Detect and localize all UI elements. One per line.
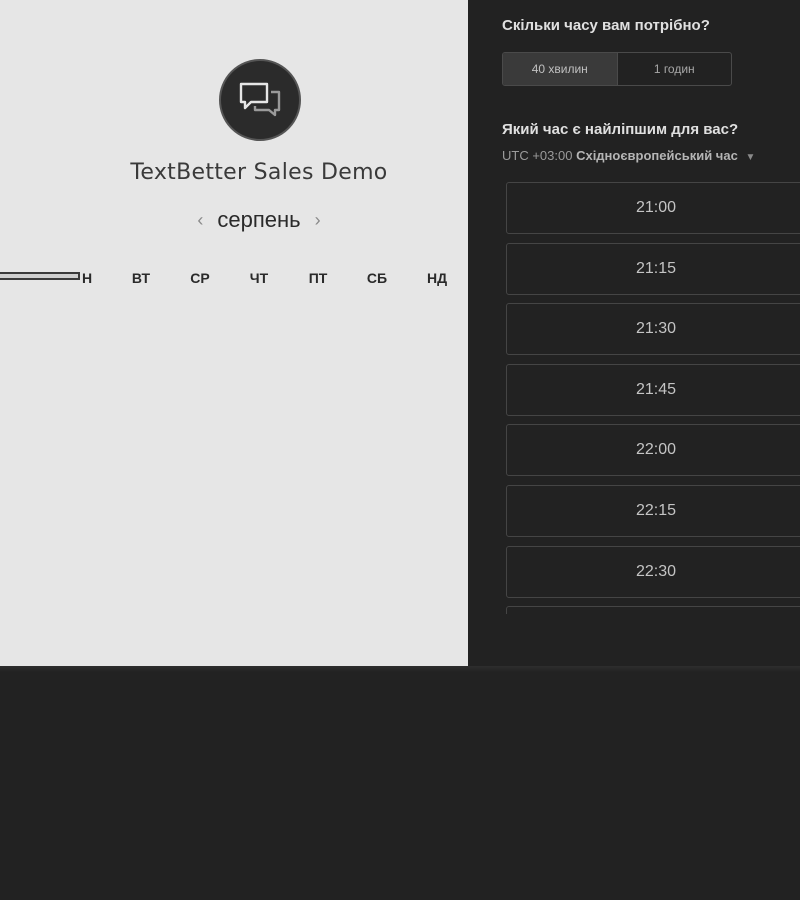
weekday-fri: ПТ — [308, 270, 328, 286]
month-label: серпень — [217, 207, 301, 232]
timezone-name: Східноєвропейський час — [576, 148, 738, 163]
time-slot[interactable]: 21:45 — [506, 364, 800, 416]
chevron-right-icon[interactable]: › — [315, 206, 321, 234]
calendar-panel: TextBetter Sales Demo ‹ серпень › Н ВТ С… — [0, 0, 468, 666]
duration-selector: 40 хвилин 1 годин — [502, 52, 732, 86]
duration-option-40[interactable]: 40 хвилин — [503, 53, 617, 85]
time-slot[interactable]: 21:15 — [506, 243, 800, 295]
time-slot[interactable]: 21:00 — [506, 182, 800, 234]
duration-question: Скільки часу вам потрібно? — [502, 17, 710, 34]
time-question: Який час є найліпшим для вас? — [502, 121, 739, 138]
time-slot[interactable]: 22:00 — [506, 424, 800, 476]
weekday-header: Н ВТ СР ЧТ ПТ СБ НД — [0, 268, 468, 290]
month-navigation: ‹ серпень › — [0, 206, 518, 234]
weekday-wed: СР — [190, 270, 210, 286]
weekday-tue: ВТ — [131, 270, 151, 286]
weekday-mon: Н — [81, 270, 93, 286]
timezone-select[interactable]: UTC +03:00 Східноєвропейський час ▼ — [502, 148, 755, 163]
duration-option-60[interactable]: 1 годин — [616, 53, 732, 85]
weekday-sat: СБ — [366, 270, 388, 286]
time-slot[interactable]: 21:30 — [506, 303, 800, 355]
chat-bubbles-icon — [219, 59, 301, 141]
time-slot-list[interactable]: 21:00 21:15 21:30 21:45 22:00 22:15 22:3… — [506, 182, 800, 614]
time-slot[interactable]: 22:30 — [506, 546, 800, 598]
timezone-offset: UTC +03:00 — [502, 148, 573, 163]
caret-down-icon: ▼ — [745, 152, 756, 163]
booking-panel: Скільки часу вам потрібно? 40 хвилин 1 г… — [468, 0, 800, 666]
time-slot[interactable] — [506, 606, 800, 614]
weekday-thu: ЧТ — [249, 270, 269, 286]
time-slot[interactable]: 22:15 — [506, 485, 800, 537]
page-title: TextBetter Sales Demo — [130, 160, 388, 185]
panel-divider — [0, 666, 800, 672]
week-divider — [0, 272, 80, 280]
chevron-left-icon[interactable]: ‹ — [197, 206, 203, 234]
weekday-sun: НД — [426, 270, 448, 286]
